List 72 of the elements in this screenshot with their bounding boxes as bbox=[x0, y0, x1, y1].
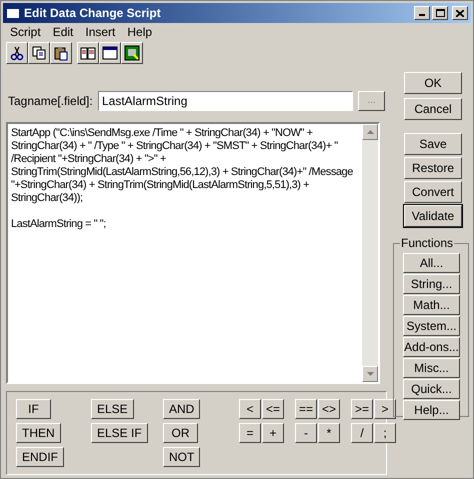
function-button[interactable]: Quick... bbox=[403, 379, 460, 399]
functions-title: Functions bbox=[400, 236, 454, 250]
window-icon bbox=[6, 8, 20, 18]
operator-button[interactable]: + bbox=[262, 423, 284, 443]
operator-button[interactable]: * bbox=[318, 423, 340, 443]
control-icon bbox=[124, 45, 140, 61]
tagname-label: Tagname[.field]: bbox=[8, 93, 94, 110]
operator-button[interactable]: = bbox=[239, 423, 261, 443]
toolbar-button[interactable] bbox=[77, 42, 99, 64]
function-button[interactable]: Help... bbox=[403, 400, 460, 420]
dialog-button[interactable]: Restore bbox=[404, 157, 462, 179]
operator-button[interactable]: <= bbox=[262, 399, 284, 419]
script-editor[interactable] bbox=[6, 122, 380, 384]
down-arrow-icon bbox=[366, 372, 374, 376]
scroll-down-button[interactable] bbox=[362, 366, 378, 382]
toolbar-button[interactable] bbox=[121, 42, 143, 64]
keyword-button[interactable]: ELSE IF bbox=[91, 423, 148, 443]
function-button[interactable]: String... bbox=[403, 274, 460, 294]
window-icon bbox=[102, 45, 118, 61]
keyword-button[interactable]: ELSE bbox=[91, 399, 134, 419]
operator-button[interactable]: == bbox=[295, 399, 317, 419]
keyword-button[interactable]: THEN bbox=[16, 423, 61, 443]
operator-button[interactable]: <> bbox=[318, 399, 340, 419]
operator-button[interactable]: >= bbox=[351, 399, 373, 419]
menu-item[interactable]: Script bbox=[10, 23, 41, 41]
operator-button[interactable]: < bbox=[239, 399, 261, 419]
close-button[interactable] bbox=[452, 6, 468, 20]
dialog-button[interactable]: Save bbox=[404, 133, 462, 155]
keyword-button[interactable]: OR bbox=[163, 423, 198, 443]
clipboard-icon bbox=[53, 45, 69, 61]
toolbar-button[interactable] bbox=[6, 42, 28, 64]
up-arrow-icon bbox=[366, 130, 374, 134]
dialog-button[interactable]: Cancel bbox=[404, 98, 462, 120]
toolbar-button[interactable] bbox=[99, 42, 121, 64]
menu-item[interactable]: Edit bbox=[52, 23, 74, 41]
code-line: LastAlarmString = " "; bbox=[11, 218, 107, 231]
operator-button[interactable]: - bbox=[295, 423, 317, 443]
function-button[interactable]: Math... bbox=[403, 295, 460, 315]
function-button[interactable]: All... bbox=[403, 253, 460, 273]
function-button[interactable]: Add-ons... bbox=[403, 337, 460, 357]
function-button[interactable]: Misc... bbox=[403, 358, 460, 378]
operator-button[interactable]: / bbox=[351, 423, 373, 443]
window-title: Edit Data Change Script bbox=[24, 5, 162, 22]
menu-item[interactable]: Help bbox=[127, 23, 152, 41]
scissors-icon bbox=[9, 45, 25, 61]
menu-item[interactable]: Insert bbox=[85, 23, 116, 41]
code-line: StringChar(34) + " /Type " + StringChar(34) + "SMST" + StringChar(34)+ " bbox=[11, 140, 339, 153]
operator-button[interactable]: ; bbox=[374, 423, 396, 443]
scroll-up-button[interactable] bbox=[362, 124, 378, 140]
code-line: StringChar(34)); bbox=[11, 192, 84, 205]
keyword-button[interactable]: ENDIF bbox=[16, 447, 64, 467]
maximize-button[interactable] bbox=[432, 6, 448, 20]
code-line: StringTrim(StringMid(LastAlarmString,56,12),3) + StringChar(34)+" /Message bbox=[11, 166, 354, 179]
copy-icon bbox=[31, 45, 47, 61]
keyword-button[interactable]: AND bbox=[163, 399, 200, 419]
dialog-button[interactable]: OK bbox=[404, 72, 462, 94]
keyword-button[interactable]: NOT bbox=[163, 447, 200, 467]
minimize-button[interactable] bbox=[414, 6, 430, 20]
code-line: "+StringChar(34) + StringTrim(StringMid(LastAlarmString,5,51),3) + bbox=[11, 179, 310, 192]
book-icon bbox=[80, 45, 96, 61]
code-line: StartApp ("C:\ins\SendMsg.exe /Time " + StringChar(34) + "NOW" + bbox=[11, 127, 314, 140]
close-icon bbox=[456, 10, 464, 16]
dialog-button[interactable]: Convert bbox=[404, 181, 462, 203]
function-button[interactable]: System... bbox=[403, 316, 460, 336]
tagname-field[interactable]: LastAlarmString bbox=[98, 91, 353, 111]
dialog-button[interactable]: Validate bbox=[404, 205, 462, 227]
operator-button[interactable]: > bbox=[374, 399, 396, 419]
toolbar-button[interactable] bbox=[50, 42, 72, 64]
code-line: /Recipient "+StringChar(34) + ">" + bbox=[11, 153, 167, 166]
scrollbar[interactable] bbox=[362, 124, 378, 382]
toolbar-button[interactable] bbox=[28, 42, 50, 64]
keyword-button[interactable]: IF bbox=[16, 399, 51, 419]
